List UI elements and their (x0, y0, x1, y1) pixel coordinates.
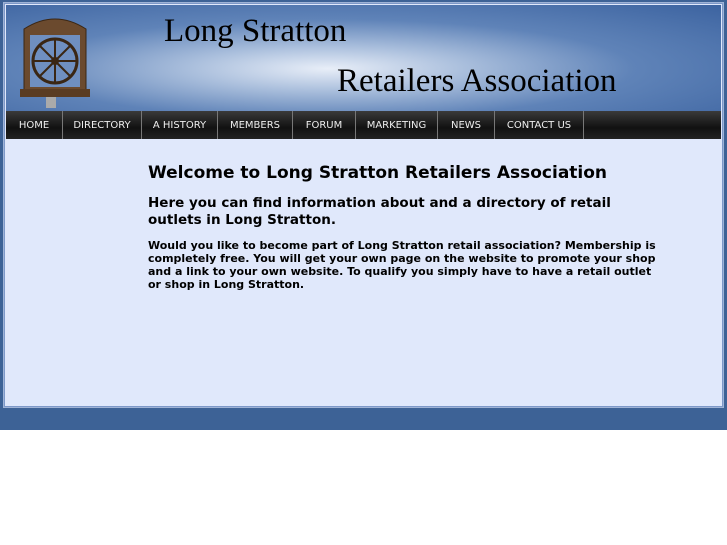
main-nav: HOME DIRECTORY A HISTORY MEMBERS FORUM M… (6, 111, 721, 139)
village-sign-logo (20, 18, 90, 108)
page-title: Welcome to Long Stratton Retailers Assoc… (148, 163, 608, 183)
intro-paragraph: Would you like to become part of Long St… (148, 239, 656, 291)
site-title-line2: Retailers Association (337, 63, 617, 99)
main-container: Long Stratton Retailers Association HOME… (3, 2, 724, 408)
nav-contact-us[interactable]: CONTACT US (495, 111, 584, 139)
nav-history[interactable]: A HISTORY (142, 111, 218, 139)
header-banner: Long Stratton Retailers Association (6, 5, 721, 111)
main-content: Welcome to Long Stratton Retailers Assoc… (148, 163, 658, 291)
nav-home[interactable]: HOME (6, 111, 63, 139)
nav-forum[interactable]: FORUM (293, 111, 356, 139)
nav-news[interactable]: NEWS (438, 111, 495, 139)
nav-marketing[interactable]: MARKETING (356, 111, 438, 139)
nav-directory[interactable]: DIRECTORY (63, 111, 142, 139)
site-title-line1: Long Stratton (164, 13, 347, 49)
nav-members[interactable]: MEMBERS (218, 111, 293, 139)
page-subtitle: Here you can find information about and … (148, 195, 611, 228)
